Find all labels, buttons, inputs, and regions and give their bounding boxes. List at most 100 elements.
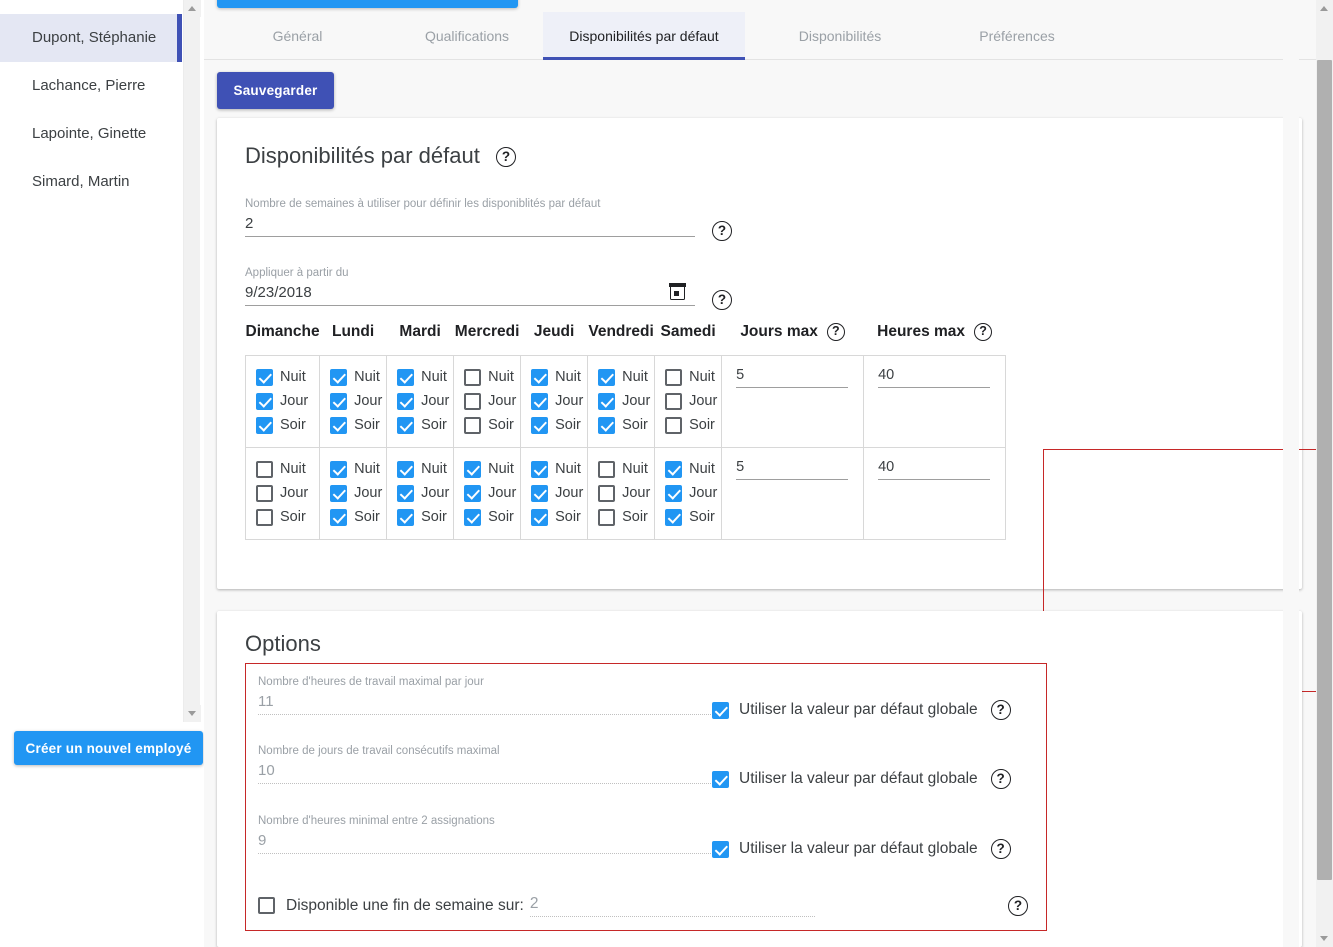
- shift-checkbox-row[interactable]: Nuit: [387, 365, 453, 389]
- shift-checkbox-row[interactable]: Nuit: [454, 365, 520, 389]
- shift-checkbox-row[interactable]: Soir: [320, 505, 386, 529]
- shift-checkbox-row[interactable]: Nuit: [655, 365, 721, 389]
- employee-list-item[interactable]: Lapointe, Ginette: [0, 110, 182, 158]
- shift-checkbox[interactable]: [397, 416, 415, 434]
- tab-g-n-ral[interactable]: Général: [217, 12, 378, 60]
- help-icon-weeks[interactable]: ?: [712, 221, 732, 241]
- shift-checkbox-row[interactable]: Nuit: [588, 457, 654, 481]
- shift-checkbox[interactable]: [531, 484, 549, 502]
- shift-checkbox-row[interactable]: Nuit: [320, 457, 386, 481]
- shift-checkbox-row[interactable]: Jour: [521, 481, 587, 505]
- shift-checkbox-row[interactable]: Soir: [521, 505, 587, 529]
- help-icon-weekend[interactable]: ?: [1008, 895, 1028, 916]
- shift-checkbox[interactable]: [256, 484, 273, 502]
- shift-checkbox-row[interactable]: Jour: [454, 389, 520, 413]
- weeks-count-value[interactable]: 2: [245, 213, 695, 237]
- shift-checkbox[interactable]: [330, 392, 348, 410]
- shift-checkbox[interactable]: [598, 484, 616, 502]
- use-global-default-toggle[interactable]: Utiliser la valeur par défaut globale?: [712, 839, 1011, 859]
- shift-checkbox-row[interactable]: Jour: [655, 481, 721, 505]
- shift-checkbox[interactable]: [665, 460, 683, 478]
- shift-checkbox-row[interactable]: Jour: [320, 389, 386, 413]
- shift-checkbox[interactable]: [464, 416, 482, 434]
- use-global-default-checkbox[interactable]: [712, 701, 729, 719]
- sidebar-scrollbar[interactable]: [183, 0, 201, 722]
- shift-checkbox-row[interactable]: Soir: [320, 413, 386, 437]
- shift-checkbox[interactable]: [330, 416, 348, 434]
- page-scrollbar-thumb[interactable]: [1317, 60, 1332, 880]
- employee-list-item[interactable]: Lachance, Pierre: [0, 62, 182, 110]
- save-button[interactable]: Sauvegarder: [217, 72, 334, 109]
- option-value[interactable]: 9: [258, 830, 713, 854]
- shift-checkbox[interactable]: [330, 368, 348, 386]
- shift-checkbox-row[interactable]: Jour: [588, 389, 654, 413]
- shift-checkbox[interactable]: [665, 392, 683, 410]
- shift-checkbox[interactable]: [397, 460, 415, 478]
- option-value[interactable]: 11: [258, 691, 713, 715]
- shift-checkbox[interactable]: [531, 416, 549, 434]
- shift-checkbox[interactable]: [464, 460, 482, 478]
- shift-checkbox[interactable]: [397, 508, 415, 526]
- option-value-field[interactable]: Nombre d'heures de travail maximal par j…: [258, 676, 713, 715]
- max-days-input[interactable]: 5: [736, 365, 849, 389]
- start-date-value-wrap[interactable]: 9/23/2018: [245, 282, 695, 306]
- use-global-default-toggle[interactable]: Utiliser la valeur par défaut globale?: [712, 700, 1011, 720]
- shift-checkbox-row[interactable]: Soir: [246, 413, 319, 437]
- shift-checkbox[interactable]: [256, 392, 273, 410]
- shift-checkbox[interactable]: [531, 392, 549, 410]
- help-icon-option[interactable]: ?: [990, 839, 1011, 859]
- tab-qualifications[interactable]: Qualifications: [378, 12, 556, 60]
- help-icon-option[interactable]: ?: [990, 769, 1011, 789]
- help-icon-option[interactable]: ?: [990, 700, 1011, 720]
- shift-checkbox-row[interactable]: Jour: [454, 481, 520, 505]
- shift-checkbox-row[interactable]: Jour: [246, 389, 319, 413]
- shift-checkbox[interactable]: [598, 416, 616, 434]
- shift-checkbox-row[interactable]: Jour: [655, 389, 721, 413]
- scroll-down-arrow[interactable]: [184, 705, 201, 722]
- shift-checkbox-row[interactable]: Nuit: [246, 365, 319, 389]
- shift-checkbox-row[interactable]: Nuit: [588, 365, 654, 389]
- shift-checkbox-row[interactable]: Nuit: [454, 457, 520, 481]
- option-value-field[interactable]: Nombre d'heures minimal entre 2 assignat…: [258, 815, 713, 854]
- shift-checkbox-row[interactable]: Jour: [387, 389, 453, 413]
- shift-checkbox-row[interactable]: Jour: [588, 481, 654, 505]
- tab-disponibilit-s-par-d-faut[interactable]: Disponibilités par défaut: [543, 12, 745, 60]
- shift-checkbox[interactable]: [464, 508, 482, 526]
- weekend-value[interactable]: 2: [529, 894, 815, 917]
- employee-list-item[interactable]: Dupont, Stéphanie: [0, 14, 182, 62]
- option-value-field[interactable]: Nombre de jours de travail consécutifs m…: [258, 745, 713, 784]
- shift-checkbox-row[interactable]: Jour: [387, 481, 453, 505]
- shift-checkbox[interactable]: [330, 508, 348, 526]
- shift-checkbox-row[interactable]: Soir: [387, 413, 453, 437]
- shift-checkbox[interactable]: [330, 460, 348, 478]
- tab-pr-f-rences[interactable]: Préférences: [931, 12, 1103, 60]
- shift-checkbox[interactable]: [598, 508, 616, 526]
- help-icon-max-hours[interactable]: ?: [974, 323, 993, 341]
- shift-checkbox-row[interactable]: Soir: [588, 413, 654, 437]
- page-scroll-down-arrow[interactable]: [1316, 930, 1333, 947]
- start-date-field[interactable]: Appliquer à partir du 9/23/2018: [245, 267, 695, 306]
- help-icon-max-days[interactable]: ?: [826, 323, 845, 341]
- shift-checkbox[interactable]: [531, 368, 549, 386]
- shift-checkbox-row[interactable]: Soir: [588, 505, 654, 529]
- shift-checkbox-row[interactable]: Nuit: [387, 457, 453, 481]
- shift-checkbox[interactable]: [256, 460, 273, 478]
- calendar-icon[interactable]: [669, 283, 686, 300]
- shift-checkbox[interactable]: [464, 484, 482, 502]
- shift-checkbox-row[interactable]: Nuit: [521, 457, 587, 481]
- shift-checkbox[interactable]: [531, 460, 549, 478]
- partially-visible-top-button[interactable]: [217, 0, 518, 8]
- shift-checkbox[interactable]: [464, 368, 482, 386]
- weeks-count-field[interactable]: Nombre de semaines à utiliser pour défin…: [245, 198, 695, 237]
- shift-checkbox-row[interactable]: Soir: [655, 413, 721, 437]
- page-scroll-up-arrow[interactable]: [1316, 0, 1333, 17]
- shift-checkbox-row[interactable]: Soir: [454, 505, 520, 529]
- shift-checkbox[interactable]: [397, 368, 415, 386]
- shift-checkbox[interactable]: [598, 460, 616, 478]
- help-icon-start-date[interactable]: ?: [712, 290, 732, 310]
- shift-checkbox-row[interactable]: Soir: [655, 505, 721, 529]
- shift-checkbox[interactable]: [256, 508, 273, 526]
- shift-checkbox[interactable]: [397, 392, 415, 410]
- shift-checkbox[interactable]: [665, 368, 683, 386]
- shift-checkbox[interactable]: [464, 392, 482, 410]
